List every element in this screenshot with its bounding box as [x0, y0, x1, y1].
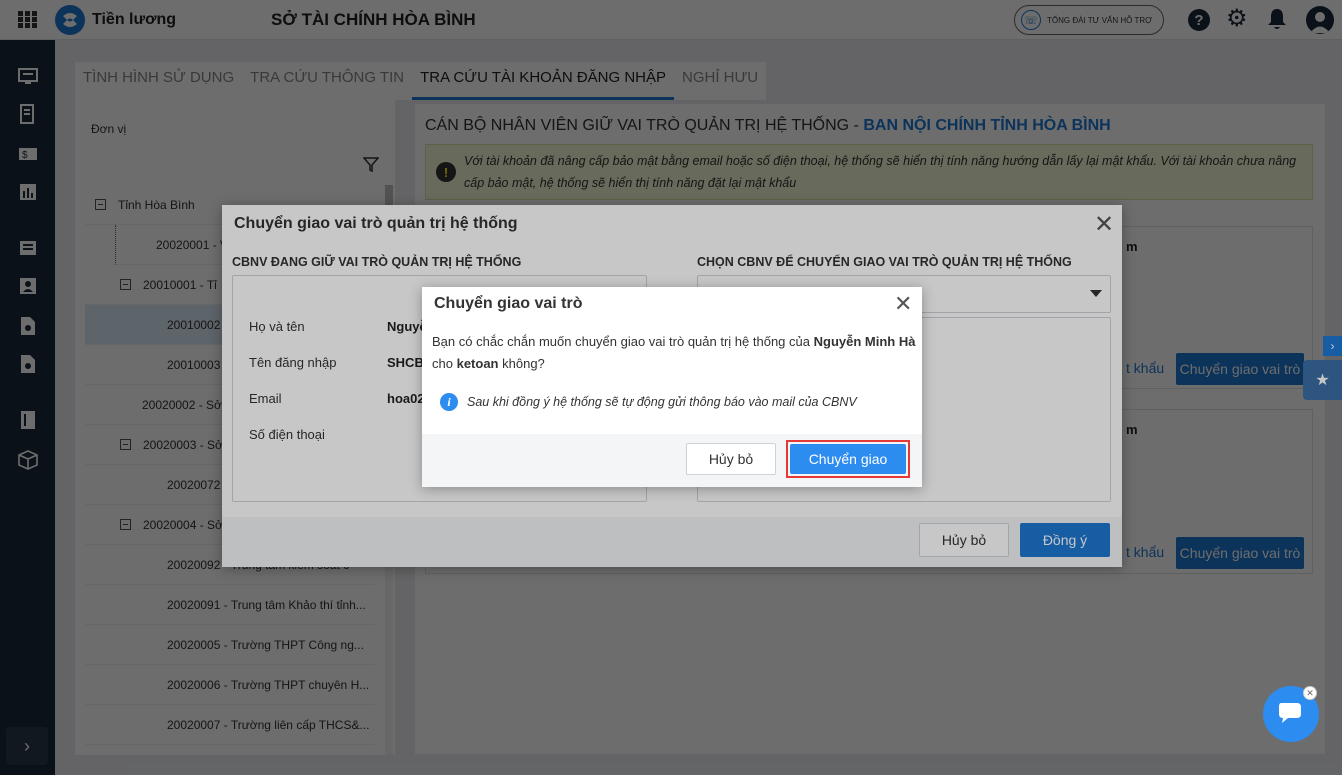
- confirm-message: Bạn có chắc chắn muốn chuyển giao vai tr…: [432, 334, 916, 371]
- close-icon[interactable]: ✕: [894, 293, 912, 315]
- info-icon: i: [440, 393, 458, 411]
- chat-icon: [1277, 701, 1305, 728]
- confirm-transfer-dialog: Chuyển giao vai trò ✕ Bạn có chắc chắn m…: [422, 287, 922, 487]
- dialog-title: Chuyển giao vai trò: [434, 295, 583, 312]
- close-chat-icon[interactable]: ✕: [1303, 686, 1317, 700]
- admin-name: Nguyễn Minh Hà: [813, 334, 916, 349]
- cancel-button[interactable]: Hủy bỏ: [686, 443, 776, 475]
- confirm-transfer-button[interactable]: Chuyển giao: [790, 444, 906, 474]
- target-username: ketoan: [456, 356, 499, 371]
- info-note: Sau khi đồng ý hệ thống sẽ tự động gửi t…: [467, 395, 857, 409]
